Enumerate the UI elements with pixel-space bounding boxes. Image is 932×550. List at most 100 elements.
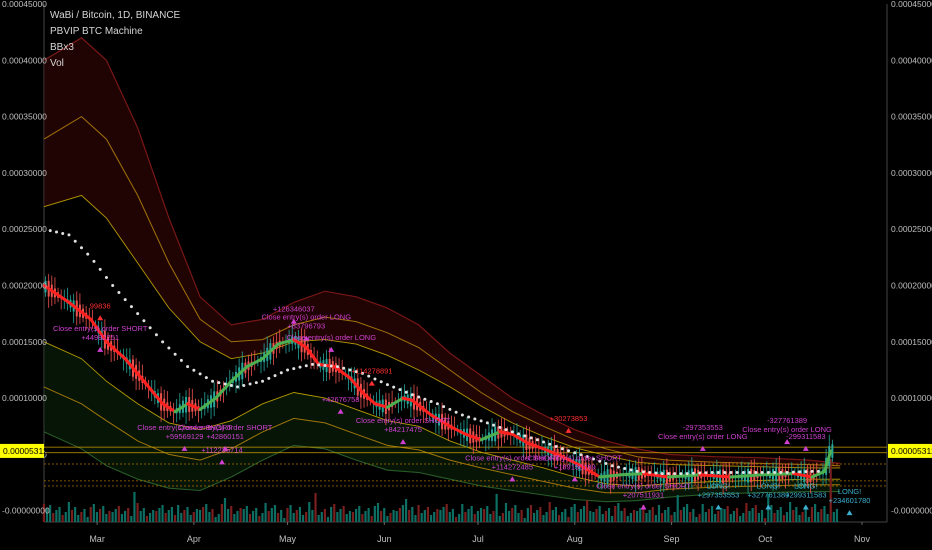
- volume-bar: [523, 518, 526, 522]
- trend-line-segment: [123, 357, 146, 383]
- volume-bar: [654, 515, 657, 522]
- volume-bar: [458, 514, 461, 522]
- price-chart[interactable]: Close entry(s) order SHORT+4499225199836…: [0, 0, 932, 550]
- signal-label: Close entry(s) order SHORT: [53, 324, 148, 333]
- volume-bar: [489, 514, 492, 522]
- signal-label: Close entry(s) order SHORT: [178, 423, 273, 432]
- moving-average-dot: [604, 461, 608, 465]
- volume-bar: [714, 514, 717, 522]
- moving-average-dot: [735, 470, 739, 474]
- signal-label: Close entry(s) order SHORT: [528, 453, 623, 462]
- volume-bar: [183, 510, 186, 522]
- trend-line-segment: [104, 340, 127, 361]
- volume-bar: [211, 509, 214, 522]
- signal-arrow-icon: [97, 315, 104, 321]
- signal-label: +114278891: [351, 367, 392, 376]
- volume-bar: [632, 510, 636, 522]
- volume-bar: [792, 510, 795, 522]
- volume-bar: [532, 513, 536, 522]
- moving-average-dot: [248, 382, 252, 386]
- volume-bar: [426, 507, 430, 522]
- moving-average-dot: [254, 381, 258, 385]
- volume-bar: [785, 512, 789, 522]
- signal-arrow-icon: [802, 445, 809, 451]
- moving-average-dot: [442, 405, 446, 409]
- volume-bar: [623, 508, 626, 522]
- moving-average-dot: [342, 366, 346, 370]
- moving-average-dot: [492, 423, 496, 427]
- volume-bar: [645, 513, 648, 522]
- trend-line-segment: [410, 398, 433, 417]
- moving-average-dot: [654, 471, 658, 475]
- moving-average-dot: [179, 358, 183, 362]
- moving-average-dot: [685, 472, 689, 476]
- moving-average-dot: [498, 425, 502, 429]
- volume-bar: [258, 516, 261, 522]
- volume-bar: [607, 508, 611, 522]
- volume-bar: [58, 507, 61, 522]
- volume-bar: [467, 509, 470, 522]
- x-tick-label: Jul: [472, 534, 484, 544]
- signal-label: +42676758: [322, 395, 360, 404]
- moving-average-dot: [773, 470, 777, 474]
- volume-bar: [92, 504, 95, 522]
- volume-bar: [508, 511, 511, 522]
- volume-bar: [726, 506, 729, 522]
- volume-bar: [436, 509, 439, 522]
- volume-bar: [773, 513, 776, 522]
- signal-label: LONG!: [794, 481, 817, 490]
- volume-bar: [545, 512, 548, 522]
- volume-bar: [576, 512, 579, 522]
- moving-average-dot: [398, 388, 402, 392]
- volume-bar: [289, 505, 292, 522]
- x-tick-label: Oct: [758, 534, 773, 544]
- volume-bar: [473, 514, 476, 522]
- x-tick-label: May: [279, 534, 297, 544]
- signal-label: 99836: [90, 301, 111, 310]
- y-tick-label-left: 0.00030000: [2, 168, 47, 178]
- volume-bar: [420, 513, 423, 522]
- volume-bar: [479, 508, 483, 522]
- volume-bar: [205, 504, 208, 522]
- signal-label: +234601780: [829, 496, 871, 505]
- moving-average-dot: [691, 471, 695, 475]
- moving-average-dot: [304, 364, 308, 368]
- moving-average-dot: [666, 472, 670, 476]
- volume-bar: [320, 512, 323, 522]
- y-tick-label-right: 0.00035000: [891, 112, 932, 122]
- volume-bar: [108, 511, 111, 522]
- volume-bar: [464, 512, 467, 522]
- volume-bar: [52, 513, 55, 522]
- volume-bar: [667, 507, 670, 522]
- signal-label: +114272485: [492, 462, 533, 471]
- volume-bar: [220, 504, 223, 522]
- volume-bar: [751, 508, 754, 522]
- volume-bar: [139, 511, 142, 522]
- moving-average-dot: [54, 230, 58, 234]
- moving-average-dot: [417, 395, 421, 399]
- moving-average-dot: [766, 470, 770, 474]
- y-tick-label-right: 0.00045000: [891, 0, 932, 9]
- volume-bar: [161, 505, 164, 522]
- moving-average-dot: [517, 432, 521, 436]
- legend-indicator: PBVIP BTC Machine: [50, 26, 143, 37]
- volume-bar: [270, 508, 273, 522]
- moving-average-dot: [198, 372, 202, 376]
- volume-bar: [102, 506, 105, 522]
- volume-bar: [692, 509, 695, 522]
- volume-bar: [492, 511, 495, 522]
- volume-bar: [74, 507, 77, 522]
- volume-bar: [551, 510, 554, 522]
- volume-bar: [685, 504, 689, 522]
- moving-average-dot: [279, 371, 283, 375]
- moving-average-dot: [448, 407, 452, 411]
- moving-average-dot: [148, 326, 152, 330]
- volume-bar: [370, 516, 373, 522]
- moving-average-dot: [816, 469, 820, 473]
- volume-bar: [626, 516, 629, 522]
- volume-bar: [810, 507, 814, 522]
- volume-bar: [80, 512, 83, 522]
- moving-average-dot: [698, 471, 702, 475]
- moving-average-dot: [485, 421, 489, 425]
- volume-bar: [192, 512, 195, 522]
